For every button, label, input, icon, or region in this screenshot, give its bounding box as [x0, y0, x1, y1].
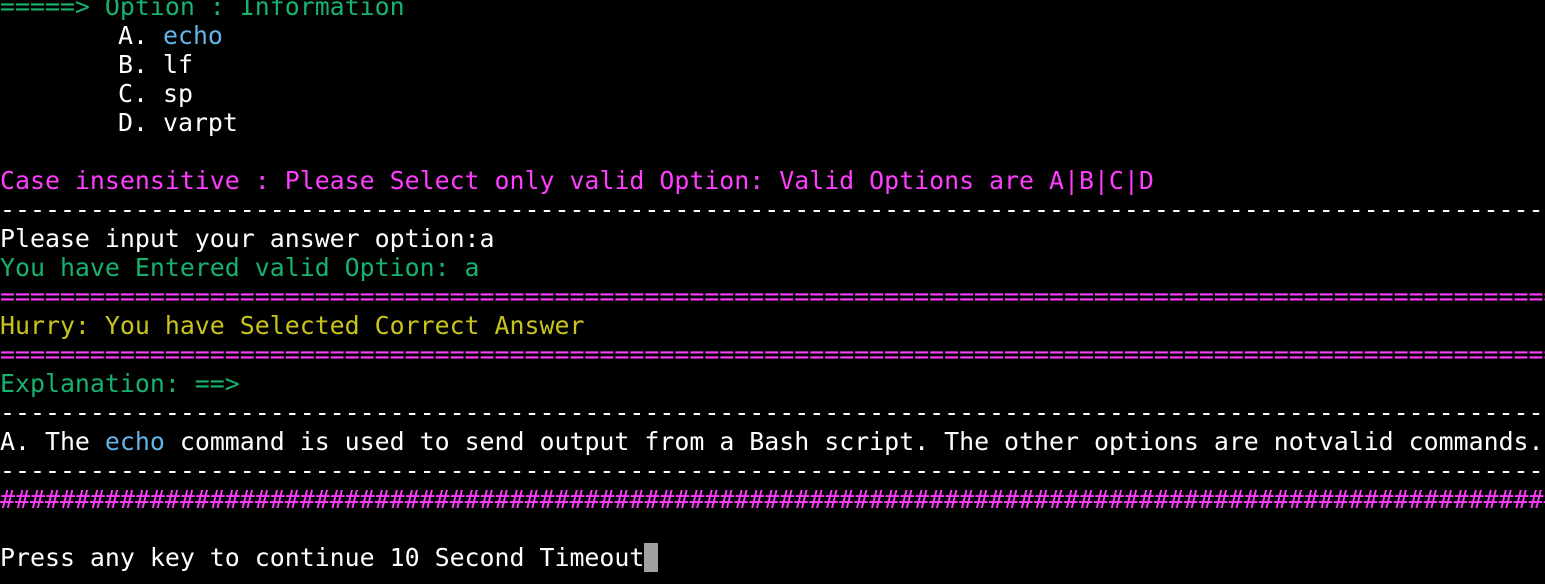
- option-b: B. lf: [118, 50, 193, 79]
- hash-divider: ########################################…: [0, 485, 1545, 514]
- explanation-text: A. The echo command is used to send outp…: [0, 427, 1544, 456]
- equals-divider: ========================================…: [0, 282, 1545, 311]
- continue-prompt-text: Press any key to continue 10 Second Time…: [0, 543, 645, 572]
- equals-divider: ========================================…: [0, 340, 1545, 369]
- dash-divider: ----------------------------------------…: [0, 195, 1545, 224]
- prompt-input-value[interactable]: a: [480, 224, 495, 253]
- option-a-text: echo: [162, 21, 223, 50]
- terminal-cursor: [644, 543, 659, 572]
- option-c-text: sp: [162, 79, 193, 108]
- prompt-label: Please input your answer option:: [0, 224, 480, 253]
- option-d: D. varpt: [118, 108, 238, 137]
- explanation-rest: command is used to send output from a Ba…: [164, 427, 1544, 456]
- option-c-letter: C.: [118, 79, 163, 108]
- answer-prompt[interactable]: Please input your answer option:a: [0, 224, 495, 253]
- dash-divider: ----------------------------------------…: [0, 398, 1545, 427]
- explanation-prefix: A. The: [0, 427, 105, 456]
- explanation-header: Explanation: ==>: [0, 369, 240, 398]
- option-d-letter: D.: [118, 108, 163, 137]
- option-c: C. sp: [118, 79, 193, 108]
- explanation-keyword: echo: [104, 427, 165, 456]
- option-d-text: varpt: [162, 108, 238, 137]
- option-b-letter: B.: [118, 50, 163, 79]
- dash-divider: ----------------------------------------…: [0, 456, 1545, 485]
- terminal-window[interactable]: =====> Option : Information A. echo B. l…: [0, 0, 1545, 584]
- option-a-letter: A.: [118, 21, 163, 50]
- continue-prompt[interactable]: Press any key to continue 10 Second Time…: [0, 543, 659, 572]
- case-insensitive-notice: Case insensitive : Please Select only va…: [0, 166, 1154, 195]
- option-b-text: lf: [162, 50, 193, 79]
- option-header: =====> Option : Information: [0, 0, 405, 21]
- result-message: Hurry: You have Selected Correct Answer: [0, 311, 585, 340]
- option-a: A. echo: [118, 21, 223, 50]
- validation-message: You have Entered valid Option: a: [0, 253, 480, 282]
